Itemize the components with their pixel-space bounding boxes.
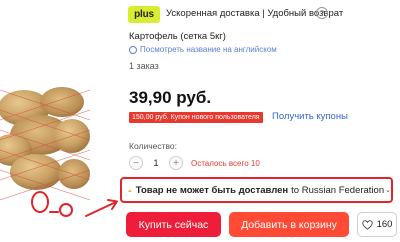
product-price: 39,90 руб. xyxy=(129,88,212,107)
handdrawn-annotation xyxy=(31,191,118,217)
heart-icon xyxy=(361,219,373,230)
product-title: Картофель (сетка 5кг) xyxy=(129,31,226,42)
quantity-value[interactable]: 1 xyxy=(143,158,169,168)
quantity-stepper: − 1 + Осталось всего 10 xyxy=(129,155,260,171)
warning-triangle-icon xyxy=(128,188,132,192)
quantity-increase-button[interactable]: + xyxy=(169,156,183,170)
delivery-destination: to Russian Federation xyxy=(291,184,385,196)
chevron-down-icon: ⌄ xyxy=(385,187,391,194)
wishlist-button[interactable]: 160 xyxy=(357,212,397,237)
get-coupons-link[interactable]: Получить купоны xyxy=(272,111,348,122)
translate-title-text: Посмотреть название на английском xyxy=(140,45,277,54)
buy-now-button[interactable]: Купить сейчас xyxy=(126,212,221,237)
translate-title-link[interactable]: Посмотреть название на английском xyxy=(129,45,277,54)
stock-remaining: Осталось всего 10 xyxy=(191,158,260,168)
plus-badge: plus xyxy=(128,6,160,23)
warning-text: Товар не может быть доставлен xyxy=(135,184,289,196)
quantity-decrease-button[interactable]: − xyxy=(129,156,143,170)
delivery-warning[interactable]: Товар не может быть доставлен to Russian… xyxy=(120,177,393,203)
quantity-label: Количество: xyxy=(129,141,178,151)
globe-icon xyxy=(129,45,137,54)
question-circle-icon[interactable]: ? xyxy=(316,7,328,19)
orders-count: 1 заказ xyxy=(129,61,159,71)
wishlist-count: 160 xyxy=(376,219,393,230)
new-user-coupon-badge: 150,00 руб. Купон нового пользователя xyxy=(129,112,263,123)
add-to-cart-button[interactable]: Добавить в корзину xyxy=(229,212,349,237)
